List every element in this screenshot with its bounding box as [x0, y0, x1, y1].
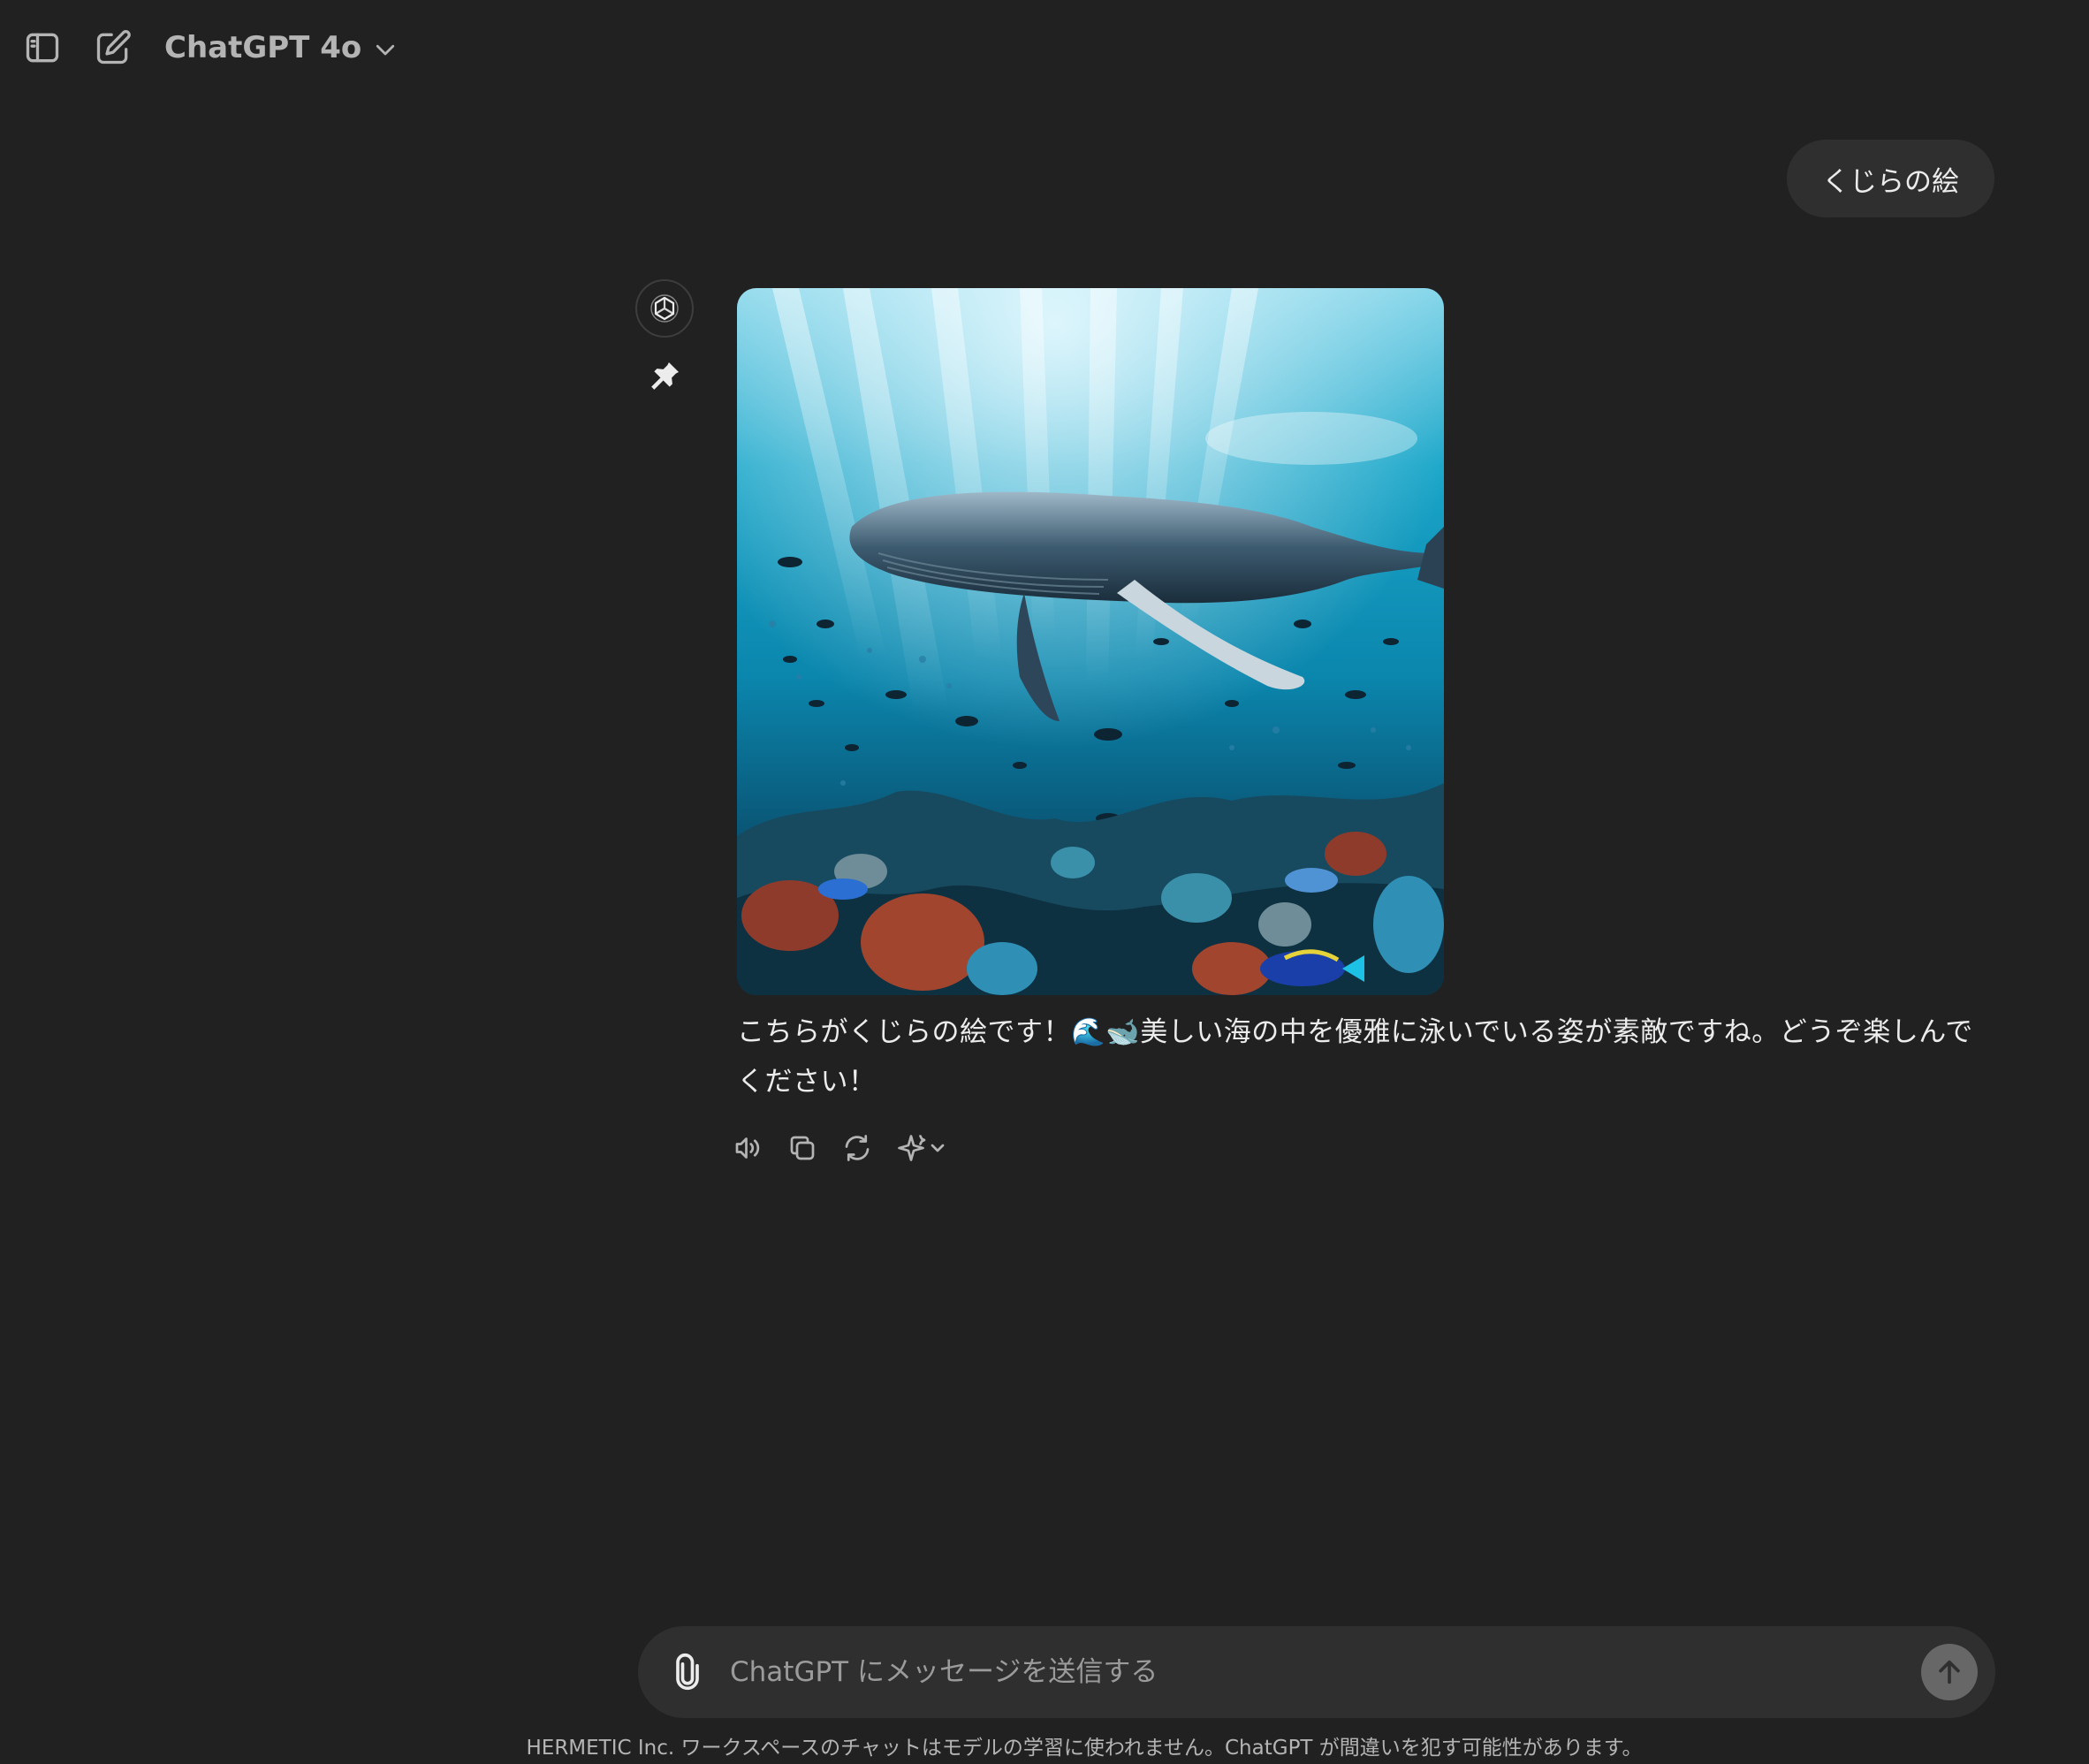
- chat-page: ChatGPT 4o くじらの絵 こちらがくじらの絵です！🌊🐋美しい海の中を優雅…: [0, 0, 2089, 1764]
- wave-whale-emoji: 🌊🐋: [1071, 1016, 1141, 1048]
- disclaimer-text: HERMETIC Inc. ワークスペースのチャットはモデルの学習に使われません…: [526, 1737, 1643, 1760]
- paperclip-icon: [676, 1654, 699, 1691]
- attach-button[interactable]: [666, 1651, 709, 1693]
- sparkle-dropdown-icon: [898, 1135, 945, 1161]
- arrow-up-icon: [1939, 1660, 1960, 1684]
- message-composer: [638, 1626, 1995, 1718]
- assistant-message-text: こちらがくじらの絵です！🌊🐋美しい海の中を優雅に泳いでいる姿が素敵ですね。どうぞ…: [737, 1007, 1992, 1106]
- chevron-down-icon: [376, 44, 395, 56]
- copy-icon: [790, 1136, 815, 1160]
- sidebar-toggle-icon: [26, 33, 59, 63]
- assistant-avatar: [635, 279, 694, 338]
- user-message-text: くじらの絵: [1822, 165, 1959, 198]
- read-aloud-icon: [735, 1137, 760, 1159]
- regenerate-icon: [845, 1135, 870, 1161]
- model-name: ChatGPT 4o: [164, 30, 362, 65]
- pin-icon: [651, 361, 680, 390]
- assistant-text-part-1: こちらがくじらの絵です！: [737, 1016, 1071, 1048]
- openai-logo-icon: [650, 294, 679, 323]
- whale-illustration: [737, 288, 1444, 995]
- model-switcher[interactable]: ChatGPT 4o: [164, 23, 399, 72]
- model-change-button[interactable]: [894, 1130, 949, 1166]
- message-actions: [730, 1128, 949, 1168]
- generated-whale-image[interactable]: [737, 288, 1444, 995]
- new-chat-button[interactable]: [85, 19, 141, 76]
- message-input[interactable]: [728, 1645, 1921, 1699]
- send-button[interactable]: [1921, 1644, 1978, 1700]
- user-message-bubble: くじらの絵: [1787, 140, 1994, 217]
- read-aloud-button[interactable]: [730, 1130, 765, 1166]
- sidebar-toggle-button[interactable]: [14, 19, 71, 76]
- copy-button[interactable]: [785, 1130, 820, 1166]
- new-chat-icon: [96, 30, 131, 65]
- regenerate-button[interactable]: [839, 1130, 875, 1166]
- pin-button[interactable]: [649, 359, 682, 392]
